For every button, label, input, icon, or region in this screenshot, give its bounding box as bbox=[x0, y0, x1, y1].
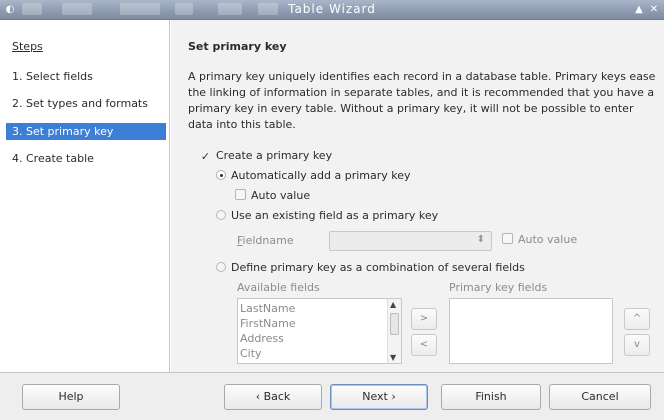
description-text: A primary key uniquely identifies each r… bbox=[188, 70, 656, 131]
available-fields-scrollbar[interactable]: ▲ ▼ bbox=[387, 299, 401, 363]
window-menu-arrow-icon[interactable]: ▲ bbox=[632, 3, 646, 16]
page-title: Set primary key bbox=[188, 40, 287, 53]
finish-button[interactable]: Finish bbox=[441, 384, 541, 410]
checkbox-icon bbox=[235, 189, 246, 200]
use-existing-field-label: Use an existing field as a primary key bbox=[231, 209, 439, 222]
move-right-button[interactable]: > bbox=[411, 308, 437, 330]
auto-add-primary-key-radio[interactable]: Automatically add a primary key bbox=[216, 169, 411, 183]
step-create-table[interactable]: 4. Create table bbox=[6, 150, 166, 167]
available-fields-list[interactable]: LastName FirstName Address City ▲ ▼ bbox=[237, 298, 402, 364]
scroll-up-icon[interactable]: ▲ bbox=[390, 300, 396, 309]
move-up-button[interactable]: ^ bbox=[624, 308, 650, 330]
checkbox-icon bbox=[502, 233, 513, 244]
define-combination-radio[interactable]: Define primary key as a combination of s… bbox=[216, 261, 525, 275]
list-item[interactable]: City bbox=[238, 346, 401, 361]
window-title: Table Wizard bbox=[288, 2, 376, 16]
auto-value-2-checkbox[interactable]: Auto value bbox=[502, 233, 577, 247]
define-combination-label: Define primary key as a combination of s… bbox=[231, 261, 525, 274]
scroll-down-icon[interactable]: ▼ bbox=[390, 353, 396, 362]
primary-key-fields-list[interactable] bbox=[449, 298, 613, 364]
step-set-primary-key[interactable]: 3. Set primary key bbox=[6, 123, 166, 140]
list-item[interactable]: LastName bbox=[238, 301, 401, 316]
primary-key-fields-label: Primary key fields bbox=[449, 281, 548, 294]
auto-value-label: Auto value bbox=[251, 189, 311, 202]
create-primary-key-label: Create a primary key bbox=[216, 149, 333, 162]
step-set-types-and-formats[interactable]: 2. Set types and formats bbox=[6, 95, 166, 112]
radio-selected-icon bbox=[216, 170, 226, 180]
use-existing-field-radio[interactable]: Use an existing field as a primary key bbox=[216, 209, 438, 223]
checkmark-icon: ✓ bbox=[200, 150, 211, 163]
step-select-fields[interactable]: 1. Select fields bbox=[6, 68, 166, 85]
scrollbar-thumb[interactable] bbox=[390, 313, 399, 335]
list-item[interactable]: FirstName bbox=[238, 316, 401, 331]
auto-value-checkbox[interactable]: Auto value bbox=[235, 189, 310, 203]
back-button[interactable]: ‹ Back bbox=[224, 384, 322, 410]
fieldname-select[interactable]: ⬍ bbox=[329, 231, 492, 251]
radio-unselected-icon bbox=[216, 262, 226, 272]
close-icon[interactable]: ✕ bbox=[647, 3, 661, 16]
cancel-button[interactable]: Cancel bbox=[549, 384, 651, 410]
content-panel: Set primary key A primary key uniquely i… bbox=[171, 20, 664, 372]
move-down-button[interactable]: v bbox=[624, 334, 650, 356]
spin-arrows-icon: ⬍ bbox=[476, 234, 485, 245]
help-button[interactable]: Help bbox=[22, 384, 120, 410]
radio-unselected-icon bbox=[216, 210, 226, 220]
move-left-button[interactable]: < bbox=[411, 334, 437, 356]
auto-add-primary-key-label: Automatically add a primary key bbox=[231, 169, 411, 182]
steps-heading: Steps bbox=[12, 40, 43, 53]
fieldname-label-rest: ieldname bbox=[242, 234, 294, 247]
next-button[interactable]: Next › bbox=[330, 384, 428, 410]
auto-value-2-label: Auto value bbox=[518, 233, 578, 246]
list-item[interactable]: Address bbox=[238, 331, 401, 346]
fieldname-label: Fieldname bbox=[237, 234, 294, 247]
title-bar: ◐ Table Wizard ▲ ✕ bbox=[0, 0, 664, 20]
steps-panel: Steps 1. Select fields 2. Set types and … bbox=[0, 20, 170, 372]
button-bar: Help ‹ Back Next › Finish Cancel bbox=[0, 372, 664, 420]
create-primary-key-checkbox[interactable]: ✓ Create a primary key bbox=[200, 149, 332, 163]
available-fields-label: Available fields bbox=[237, 281, 320, 294]
